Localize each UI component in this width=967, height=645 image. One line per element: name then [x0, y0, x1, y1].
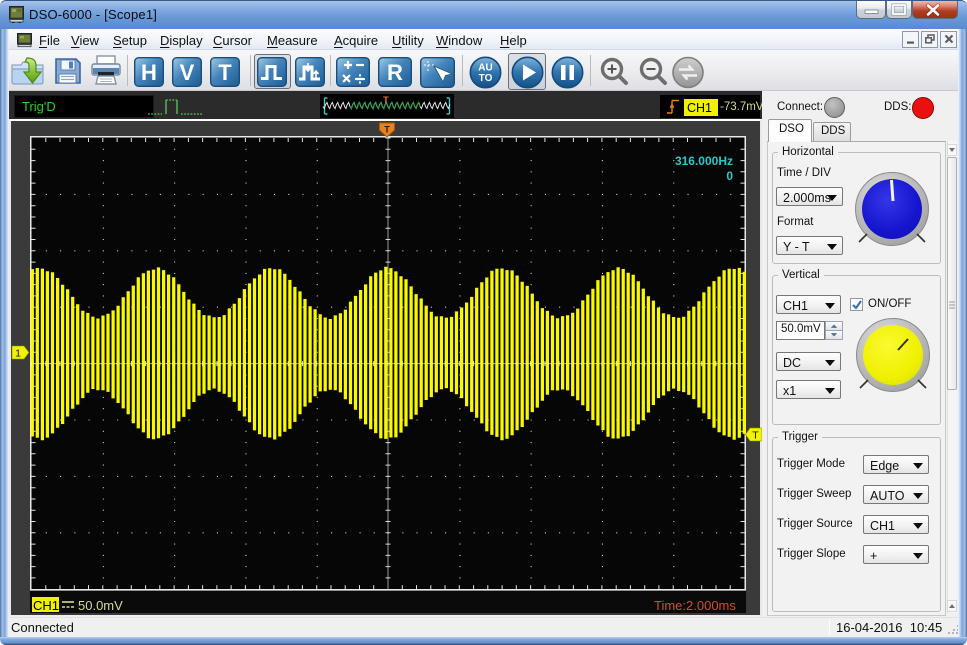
- svg-text:T: T: [383, 95, 389, 106]
- svg-text:TO: TO: [479, 73, 493, 84]
- svg-text:R: R: [387, 60, 403, 85]
- svg-text:316.000Hz: 316.000Hz: [675, 154, 733, 168]
- svg-text:T: T: [218, 60, 232, 85]
- svg-text:0: 0: [726, 169, 733, 183]
- svg-text:T: T: [384, 125, 390, 135]
- svg-text:AU: AU: [478, 63, 492, 74]
- svg-text:V: V: [180, 60, 195, 85]
- svg-text:H: H: [141, 60, 157, 85]
- svg-text:1: 1: [15, 348, 21, 360]
- svg-text:T: T: [752, 430, 759, 442]
